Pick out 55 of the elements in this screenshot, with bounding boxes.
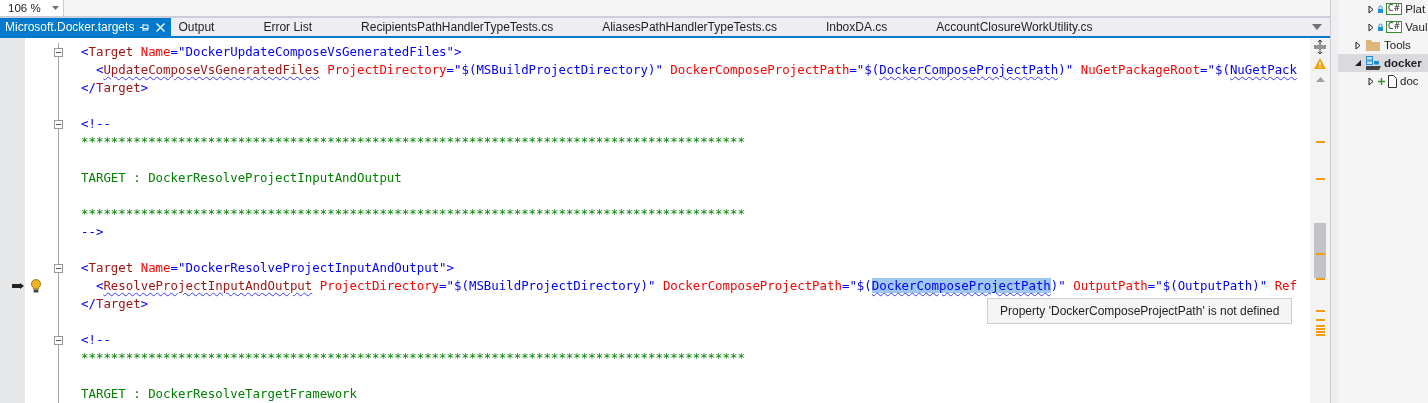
collapse-icon[interactable]	[54, 335, 63, 345]
code-line: <Target Name="DockerResolveProjectInputAndOutput">	[81, 259, 455, 277]
close-icon[interactable]	[156, 22, 166, 32]
code-line: TARGET : DockerResolveProjectInputAndOutput	[81, 169, 402, 187]
document-tab[interactable]: AccountClosureWorkUtility.cs	[931, 18, 1137, 36]
code-line: <!--	[81, 115, 111, 133]
csharp-project-icon: C#	[1386, 21, 1403, 33]
tree-item[interactable]: C# Vaul	[1338, 18, 1428, 36]
code-line: </Target>	[81, 79, 149, 97]
plus-icon	[1378, 77, 1385, 85]
code-line: *****************************************************************************************	[81, 133, 745, 151]
dropdown-caret-icon[interactable]	[1312, 24, 1322, 30]
collapse-icon[interactable]	[54, 47, 63, 57]
container-project-icon	[1365, 56, 1381, 70]
collapsed-arrow-icon[interactable]	[1367, 76, 1375, 86]
csharp-project-icon: C#	[1386, 3, 1403, 15]
warning-icon	[1314, 58, 1326, 69]
tree-item[interactable]: C# Plat	[1338, 0, 1428, 18]
warning-mark	[1316, 253, 1325, 255]
expanded-arrow-icon[interactable]	[1354, 59, 1362, 67]
lock-icon	[1378, 23, 1383, 31]
collapse-icon[interactable]	[54, 263, 63, 273]
document-tab[interactable]: Output	[173, 18, 259, 36]
warning-mark	[1316, 278, 1325, 280]
code-line: <Target Name="DockerUpdateComposeVsGeneratedFiles">	[81, 43, 462, 61]
pin-icon[interactable]	[140, 22, 151, 32]
warning-mark	[1316, 141, 1325, 143]
document-tab[interactable]: InboxDA.cs	[820, 18, 932, 36]
splitter-icon[interactable]	[1314, 40, 1326, 54]
code-line: -->	[81, 223, 104, 241]
file-icon	[1388, 74, 1397, 88]
warning-mark	[1316, 178, 1325, 180]
lock-icon	[1378, 5, 1383, 13]
document-tab[interactable]: Error List	[258, 18, 357, 36]
vertical-scrollbar[interactable]	[1310, 38, 1330, 403]
lightbulb-icon[interactable]	[31, 279, 41, 293]
caret-icon	[52, 6, 59, 10]
code-line: <ResolveProjectInputAndOutput ProjectDirectory="$(MSBuildProjectDirectory)" DockerComposeProjectPath="$(DockerComposeProjectPath)" OutputPath="$(OutputPath)" Ref	[94, 277, 1297, 295]
document-tab[interactable]: RecipientsPathHandlerTypeTests.cs	[356, 18, 598, 36]
code-line: TARGET : DockerResolveTargetFramework	[81, 385, 357, 403]
code-line: <UpdateComposeVsGeneratedFiles ProjectDirectory="$(MSBuildProjectDirectory)" DockerComposeProjectPath="$(DockerComposeProjectPath)" NuGetPackageRoot="$(NuGetPack	[94, 61, 1298, 79]
tree-item[interactable]: Tools	[1338, 36, 1428, 54]
error-tooltip: Property 'DockerComposeProjectPath' is not defined	[987, 298, 1293, 324]
code-line: </Target>	[81, 295, 149, 313]
folder-icon	[1365, 39, 1381, 51]
document-tab[interactable]: Microsoft.Docker.targets	[0, 18, 172, 36]
zoom-dropdown[interactable]: 106 %	[0, 0, 64, 16]
document-tab[interactable]: AliasesPathHandlerTypeTests.cs	[597, 18, 821, 36]
code-line: *****************************************************************************************	[81, 205, 745, 223]
code-line: <!--	[81, 331, 111, 349]
scrollbar-thumb[interactable]	[1314, 223, 1326, 278]
tree-item[interactable]: doc	[1338, 72, 1428, 90]
collapse-icon[interactable]	[54, 119, 63, 129]
tree-item[interactable]: docker	[1338, 54, 1428, 72]
code-line: *****************************************************************************************	[81, 349, 745, 367]
